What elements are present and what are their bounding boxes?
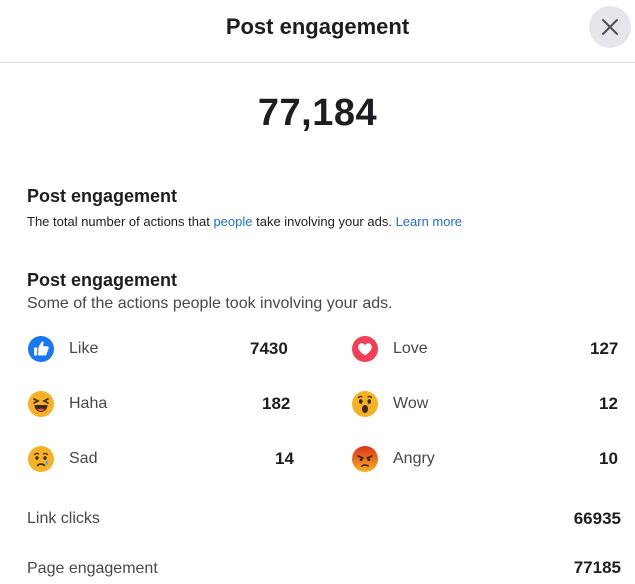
wow-icon xyxy=(352,391,378,417)
reaction-sad-value-wrap: 14 xyxy=(275,444,294,474)
people-link[interactable]: people xyxy=(213,214,252,229)
page-engagement-label: Page engagement xyxy=(27,560,158,577)
reaction-value: 12 xyxy=(599,394,618,413)
reaction-value: 10 xyxy=(599,449,618,468)
close-icon xyxy=(602,19,618,35)
reaction-wow-value-wrap: 12 xyxy=(599,389,618,419)
reaction-wow: Wow xyxy=(351,389,428,419)
reaction-label: Sad xyxy=(69,450,98,467)
reaction-love: Love xyxy=(351,334,428,364)
link-clicks-label: Link clicks xyxy=(27,510,100,527)
reaction-label: Haha xyxy=(69,395,108,412)
close-button[interactable] xyxy=(589,6,631,48)
reaction-love-value-wrap: 127 xyxy=(590,334,618,364)
reaction-value: 127 xyxy=(590,339,619,358)
reaction-sad: Sad xyxy=(27,444,97,474)
page-engagement-value: 77185 xyxy=(573,558,621,577)
sad-icon xyxy=(28,446,54,472)
summary-text-after: take involving your ads. xyxy=(252,214,396,229)
reaction-label: Wow xyxy=(393,395,429,412)
haha-icon xyxy=(28,391,54,417)
reaction-like-value-wrap: 7430 xyxy=(250,334,288,364)
learn-more-link[interactable]: Learn more xyxy=(396,214,462,229)
reaction-haha: Haha xyxy=(27,389,107,419)
total-engagement-value: 77,184 xyxy=(257,92,378,134)
like-icon xyxy=(28,336,54,362)
dialog-header: Post engagement xyxy=(0,0,635,63)
angry-icon xyxy=(352,446,378,472)
summary-text-before: The total number of actions that xyxy=(27,214,214,229)
love-icon xyxy=(352,336,378,362)
reaction-angry: Angry xyxy=(351,444,435,474)
summary-heading: Post engagement xyxy=(27,186,178,206)
reaction-label: Like xyxy=(69,340,99,357)
reaction-value: 7430 xyxy=(250,339,288,358)
breakdown-heading: Post engagement xyxy=(27,270,178,290)
reaction-angry-value-wrap: 10 xyxy=(599,444,618,474)
reaction-value: 14 xyxy=(275,449,294,468)
breakdown-description: Some of the actions people took involvin… xyxy=(27,295,393,312)
reaction-label: Love xyxy=(393,340,428,357)
summary-description: The total number of actions that people … xyxy=(27,214,462,229)
reaction-like: Like xyxy=(27,334,98,364)
reaction-haha-value-wrap: 182 xyxy=(262,389,290,419)
reaction-label: Angry xyxy=(393,450,435,467)
dialog-title: Post engagement xyxy=(225,14,410,39)
link-clicks-value: 66935 xyxy=(573,509,621,528)
reaction-value: 182 xyxy=(262,394,291,413)
